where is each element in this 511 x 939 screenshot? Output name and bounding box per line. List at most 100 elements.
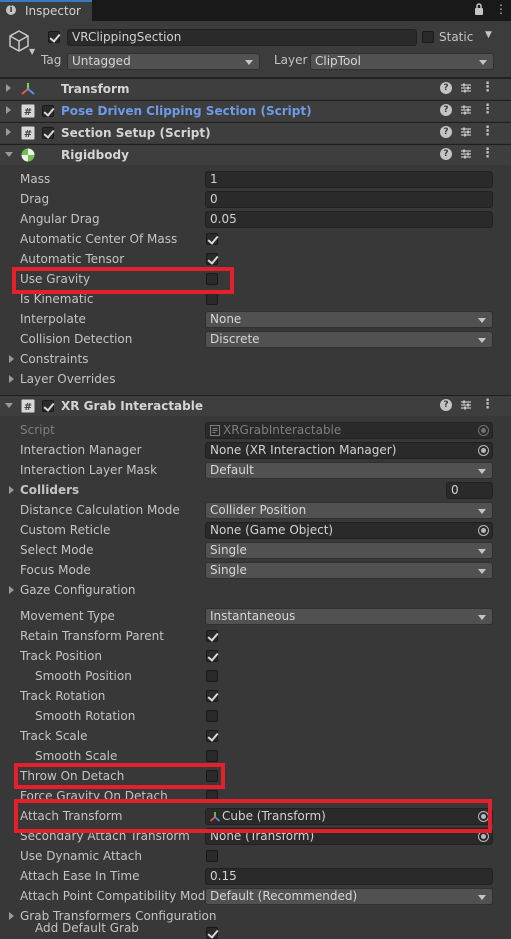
context-menu-icon[interactable]: ⋮ [481,81,494,95]
preset-icon[interactable] [460,148,472,160]
preset-icon[interactable] [460,82,472,94]
custom-reticle-label: Custom Reticle [20,523,111,537]
custom-reticle-value: None (Game Object) [210,523,334,537]
script-field: XRGrabInteractable [205,422,493,439]
ease-in-time-input[interactable]: 0.15 [205,868,493,885]
help-icon[interactable]: ? [440,82,452,94]
rigidbody-component-header[interactable]: Rigidbody ? ⋮ [0,144,511,165]
help-icon[interactable]: ? [440,104,452,116]
mass-label: Mass [20,172,51,186]
interpolate-dropdown[interactable]: None [205,311,493,328]
custom-reticle-field[interactable]: None (Game Object) [205,522,493,539]
mass-input[interactable]: 1 [205,171,493,188]
smooth-rotation-label: Smooth Rotation [35,709,136,723]
dynamic-attach-label: Use Dynamic Attach [20,849,142,863]
drag-input[interactable]: 0 [205,191,493,208]
drag-label: Drag [20,192,50,206]
fold-arrow-icon[interactable] [5,403,13,408]
script-icon: # [21,126,35,140]
collision-detection-dropdown[interactable]: Discrete [205,331,493,348]
help-icon[interactable]: ? [440,126,452,138]
static-checkbox[interactable] [422,31,434,43]
auto-com-label: Automatic Center Of Mass [20,232,178,246]
is-kinematic-checkbox[interactable] [206,293,218,305]
component-title: Pose Driven Clipping Section (Script) [61,104,312,118]
layer-overrides-foldout[interactable]: Layer Overrides [20,372,115,386]
script-value: XRGrabInteractable [223,423,342,437]
add-default-grab-checkbox[interactable] [206,927,218,939]
focus-mode-dropdown[interactable]: Single [205,562,493,579]
movement-type-dropdown[interactable]: Instantaneous [205,608,493,625]
gaze-configuration-foldout[interactable]: Gaze Configuration [20,583,136,597]
component-enabled-checkbox[interactable] [42,127,54,139]
object-picker-icon[interactable] [478,445,489,456]
context-menu-icon[interactable]: ⋮ [481,147,494,161]
track-scale-checkbox[interactable] [206,730,218,742]
icon-dropdown-icon[interactable]: ▼ [29,47,35,56]
gaze-fold-icon[interactable] [9,586,14,594]
preset-icon[interactable] [460,399,472,411]
retain-parent-checkbox[interactable] [206,630,218,642]
auto-com-checkbox[interactable] [206,233,218,245]
smooth-rotation-checkbox[interactable] [206,710,218,722]
compatibility-mode-dropdown[interactable]: Default (Recommended) [205,888,493,905]
context-menu-icon[interactable]: ⋮ [481,398,494,412]
tab-inspector[interactable]: i Inspector [0,0,92,21]
context-menu-icon[interactable]: ⋮ [481,125,494,139]
angular-drag-input[interactable]: 0.05 [205,211,493,228]
xr-grab-component-header[interactable]: # XR Grab Interactable ? ⋮ [0,395,511,416]
smooth-scale-checkbox[interactable] [206,750,218,762]
context-menu-icon[interactable]: ⋮ [481,103,494,117]
dynamic-attach-checkbox[interactable] [206,850,218,862]
grab-transformers-fold-icon[interactable] [9,912,14,920]
tag-dropdown[interactable]: Untagged [67,53,260,70]
fold-arrow-icon[interactable] [6,128,11,136]
interaction-manager-label: Interaction Manager [20,443,142,457]
interaction-layer-mask-dropdown[interactable]: Default [205,462,493,479]
interaction-manager-value: None (XR Interaction Manager) [210,443,397,457]
colliders-count-input[interactable]: 0 [446,482,493,499]
track-rotation-checkbox[interactable] [206,690,218,702]
smooth-position-label: Smooth Position [35,669,132,683]
info-icon: i [6,5,16,15]
fold-arrow-icon[interactable] [6,84,11,92]
layer-overrides-fold-icon[interactable] [9,375,14,383]
lock-icon[interactable] [473,2,485,16]
static-dropdown-icon[interactable]: ▼ [485,30,492,40]
colliders-fold-icon[interactable] [9,486,14,494]
layer-label: Layer [274,53,308,67]
preset-icon[interactable] [460,104,472,116]
help-icon[interactable]: ? [440,399,452,411]
track-position-checkbox[interactable] [206,650,218,662]
smooth-position-checkbox[interactable] [206,670,218,682]
cube-icon [9,30,29,52]
pose-driven-component-header[interactable]: # Pose Driven Clipping Section (Script) … [0,100,511,121]
rigidbody-icon [21,148,35,162]
auto-tensor-checkbox[interactable] [206,253,218,265]
retain-parent-label: Retain Transform Parent [20,629,164,643]
constraints-foldout[interactable]: Constraints [20,352,88,366]
section-setup-component-header[interactable]: # Section Setup (Script) ? ⋮ [0,122,511,143]
colliders-foldout[interactable]: Colliders [20,483,79,497]
object-name-input[interactable]: VRClippingSection [67,29,417,46]
highlight-box-use-gravity [12,267,234,294]
preset-icon[interactable] [460,126,472,138]
layer-dropdown[interactable]: ClipTool [310,53,494,70]
fold-arrow-icon[interactable] [6,106,11,114]
object-picker-icon[interactable] [478,525,489,536]
transform-component-header[interactable]: Transform ? ⋮ [0,78,511,99]
component-enabled-checkbox[interactable] [42,105,54,117]
tab-menu-icon[interactable]: ⋮ [495,2,507,16]
active-checkbox[interactable] [48,31,60,43]
component-enabled-checkbox[interactable] [42,400,54,412]
distance-mode-dropdown[interactable]: Collider Position [205,502,493,519]
constraints-fold-icon[interactable] [9,355,14,363]
interaction-manager-field[interactable]: None (XR Interaction Manager) [205,442,493,459]
focus-mode-label: Focus Mode [20,563,91,577]
select-mode-dropdown[interactable]: Single [205,542,493,559]
transform-icon [21,83,35,95]
ease-in-time-label: Attach Ease In Time [20,869,140,883]
help-icon[interactable]: ? [440,148,452,160]
highlight-box-attach-transform [14,799,492,833]
fold-arrow-icon[interactable] [5,152,13,157]
